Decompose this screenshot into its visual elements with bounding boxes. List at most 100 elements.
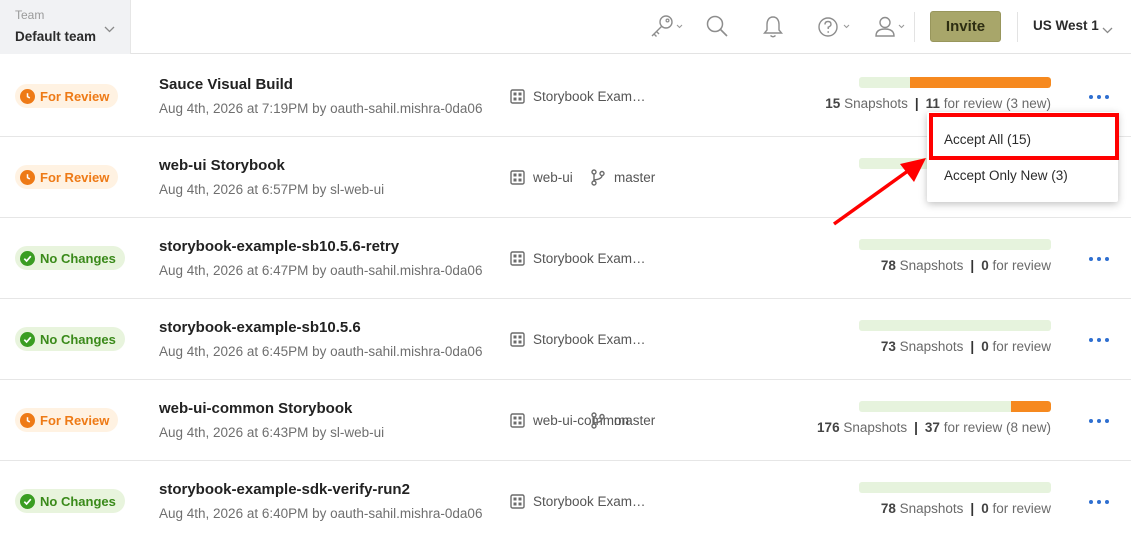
snapshot-summary: 176 Snapshots | 37 for review (8 new) bbox=[817, 420, 1051, 435]
project-grid-icon bbox=[510, 251, 525, 266]
check-icon bbox=[20, 493, 35, 509]
status-badge[interactable]: No Changes bbox=[15, 327, 125, 351]
build-row[interactable]: No Changes storybook-example-sb10.5.6-re… bbox=[0, 218, 1131, 299]
header-divider bbox=[914, 12, 915, 42]
status-label: No Changes bbox=[40, 331, 116, 347]
review-label: for review bbox=[992, 501, 1051, 516]
snapshot-summary: 78 Snapshots | 0 for review bbox=[880, 258, 1051, 273]
review-label: for review bbox=[992, 258, 1051, 273]
project-link[interactable]: Storybook Exam… bbox=[510, 494, 646, 509]
summary-separator: | bbox=[914, 96, 919, 111]
status-badge[interactable]: For Review bbox=[15, 165, 119, 189]
build-name[interactable]: web-ui Storybook bbox=[159, 157, 285, 174]
snapshot-count: 15 bbox=[825, 96, 841, 111]
check-icon bbox=[20, 250, 35, 266]
review-count: 37 bbox=[924, 420, 940, 435]
status-badge[interactable]: No Changes bbox=[15, 489, 125, 513]
api-key-icon[interactable] bbox=[649, 14, 683, 40]
build-name[interactable]: storybook-example-sb10.5.6-retry bbox=[159, 238, 399, 255]
snapshot-summary: 15 Snapshots | 11 for review (3 new) bbox=[825, 96, 1051, 111]
more-actions-button[interactable] bbox=[1089, 335, 1109, 345]
team-selector[interactable]: Team Default team bbox=[0, 0, 131, 54]
accept-actions-menu: Accept All (15) Accept Only New (3) bbox=[927, 112, 1118, 202]
build-meta: Aug 4th, 2026 at 6:40PM by oauth-sahil.m… bbox=[159, 506, 483, 521]
clock-icon bbox=[20, 412, 35, 428]
region-selector[interactable]: US West 1 bbox=[1033, 18, 1099, 33]
accept-only-new-menu-item[interactable]: Accept Only New (3) bbox=[944, 168, 1068, 183]
build-meta: Aug 4th, 2026 at 6:57PM by sl-web-ui bbox=[159, 182, 385, 197]
chevron-down-icon bbox=[104, 20, 115, 38]
snapshot-count: 73 bbox=[880, 339, 896, 354]
project-grid-icon bbox=[510, 332, 525, 347]
build-name[interactable]: Sauce Visual Build bbox=[159, 76, 293, 93]
build-name[interactable]: web-ui-common Storybook bbox=[159, 400, 352, 417]
summary-separator: | bbox=[970, 501, 975, 516]
snapshot-count: 78 bbox=[880, 258, 896, 273]
build-name[interactable]: storybook-example-sdk-verify-run2 bbox=[159, 481, 410, 498]
invite-button[interactable]: Invite bbox=[930, 11, 1001, 42]
branch-name: master bbox=[614, 170, 656, 185]
snapshot-count: 78 bbox=[880, 501, 896, 516]
chevron-down-icon[interactable] bbox=[1102, 21, 1113, 39]
project-name: Storybook Exam… bbox=[533, 332, 646, 347]
search-icon[interactable] bbox=[705, 14, 729, 40]
status-label: No Changes bbox=[40, 493, 116, 509]
status-label: No Changes bbox=[40, 250, 116, 266]
branch-label: master bbox=[591, 412, 655, 429]
branch-label: master bbox=[591, 169, 655, 186]
branch-name: master bbox=[614, 413, 656, 428]
accept-all-menu-item[interactable]: Accept All (15) bbox=[944, 132, 1031, 147]
status-label: For Review bbox=[40, 169, 110, 185]
review-count: 0 bbox=[981, 339, 989, 354]
project-grid-icon bbox=[510, 413, 525, 428]
more-actions-button[interactable] bbox=[1089, 92, 1109, 102]
review-progress-fill bbox=[1011, 401, 1051, 412]
project-name: Storybook Exam… bbox=[533, 89, 646, 104]
project-link[interactable]: web-ui bbox=[510, 170, 573, 185]
review-progress-bar bbox=[859, 482, 1051, 493]
review-label: for review (8 new) bbox=[943, 420, 1051, 435]
project-link[interactable]: Storybook Exam… bbox=[510, 332, 646, 347]
header-divider bbox=[1017, 12, 1018, 42]
review-count: 0 bbox=[981, 258, 989, 273]
review-progress-bar bbox=[859, 77, 1051, 88]
status-label: For Review bbox=[40, 88, 110, 104]
clock-icon bbox=[20, 169, 35, 185]
build-row[interactable]: No Changes storybook-example-sb10.5.6 Au… bbox=[0, 299, 1131, 380]
status-badge[interactable]: No Changes bbox=[15, 246, 125, 270]
review-progress-bar bbox=[859, 401, 1051, 412]
summary-separator: | bbox=[970, 258, 975, 273]
project-link[interactable]: Storybook Exam… bbox=[510, 251, 646, 266]
snapshot-summary: 78 Snapshots | 0 for review bbox=[880, 501, 1051, 516]
project-name: web-ui bbox=[533, 170, 573, 185]
more-actions-button[interactable] bbox=[1089, 416, 1109, 426]
build-meta: Aug 4th, 2026 at 6:47PM by oauth-sahil.m… bbox=[159, 263, 483, 278]
project-name: Storybook Exam… bbox=[533, 494, 646, 509]
build-row[interactable]: For Review web-ui-common Storybook Aug 4… bbox=[0, 380, 1131, 461]
review-count: 11 bbox=[925, 96, 940, 111]
project-grid-icon bbox=[510, 494, 525, 509]
top-bar: Team Default team Invite US West 1 bbox=[0, 0, 1131, 54]
review-progress-bar bbox=[859, 239, 1051, 250]
snapshot-summary: 73 Snapshots | 0 for review bbox=[880, 339, 1051, 354]
summary-separator: | bbox=[970, 339, 975, 354]
build-meta: Aug 4th, 2026 at 6:43PM by sl-web-ui bbox=[159, 425, 385, 440]
status-badge[interactable]: For Review bbox=[15, 408, 119, 432]
notification-bell-icon[interactable] bbox=[762, 14, 784, 40]
review-count: 0 bbox=[981, 501, 989, 516]
build-name[interactable]: storybook-example-sb10.5.6 bbox=[159, 319, 361, 336]
build-row[interactable]: No Changes storybook-example-sdk-verify-… bbox=[0, 461, 1131, 538]
project-link[interactable]: Storybook Exam… bbox=[510, 89, 646, 104]
snapshot-count: 176 bbox=[817, 420, 840, 435]
build-meta: Aug 4th, 2026 at 6:45PM by oauth-sahil.m… bbox=[159, 344, 483, 359]
help-icon[interactable] bbox=[817, 14, 853, 40]
review-label: for review bbox=[992, 339, 1051, 354]
review-label: for review (3 new) bbox=[943, 96, 1051, 111]
more-actions-button[interactable] bbox=[1089, 497, 1109, 507]
review-progress-fill bbox=[910, 77, 1051, 88]
status-label: For Review bbox=[40, 412, 110, 428]
user-account-icon[interactable] bbox=[874, 14, 910, 40]
build-meta: Aug 4th, 2026 at 7:19PM by oauth-sahil.m… bbox=[159, 101, 483, 116]
more-actions-button[interactable] bbox=[1089, 254, 1109, 264]
status-badge[interactable]: For Review bbox=[15, 84, 119, 108]
